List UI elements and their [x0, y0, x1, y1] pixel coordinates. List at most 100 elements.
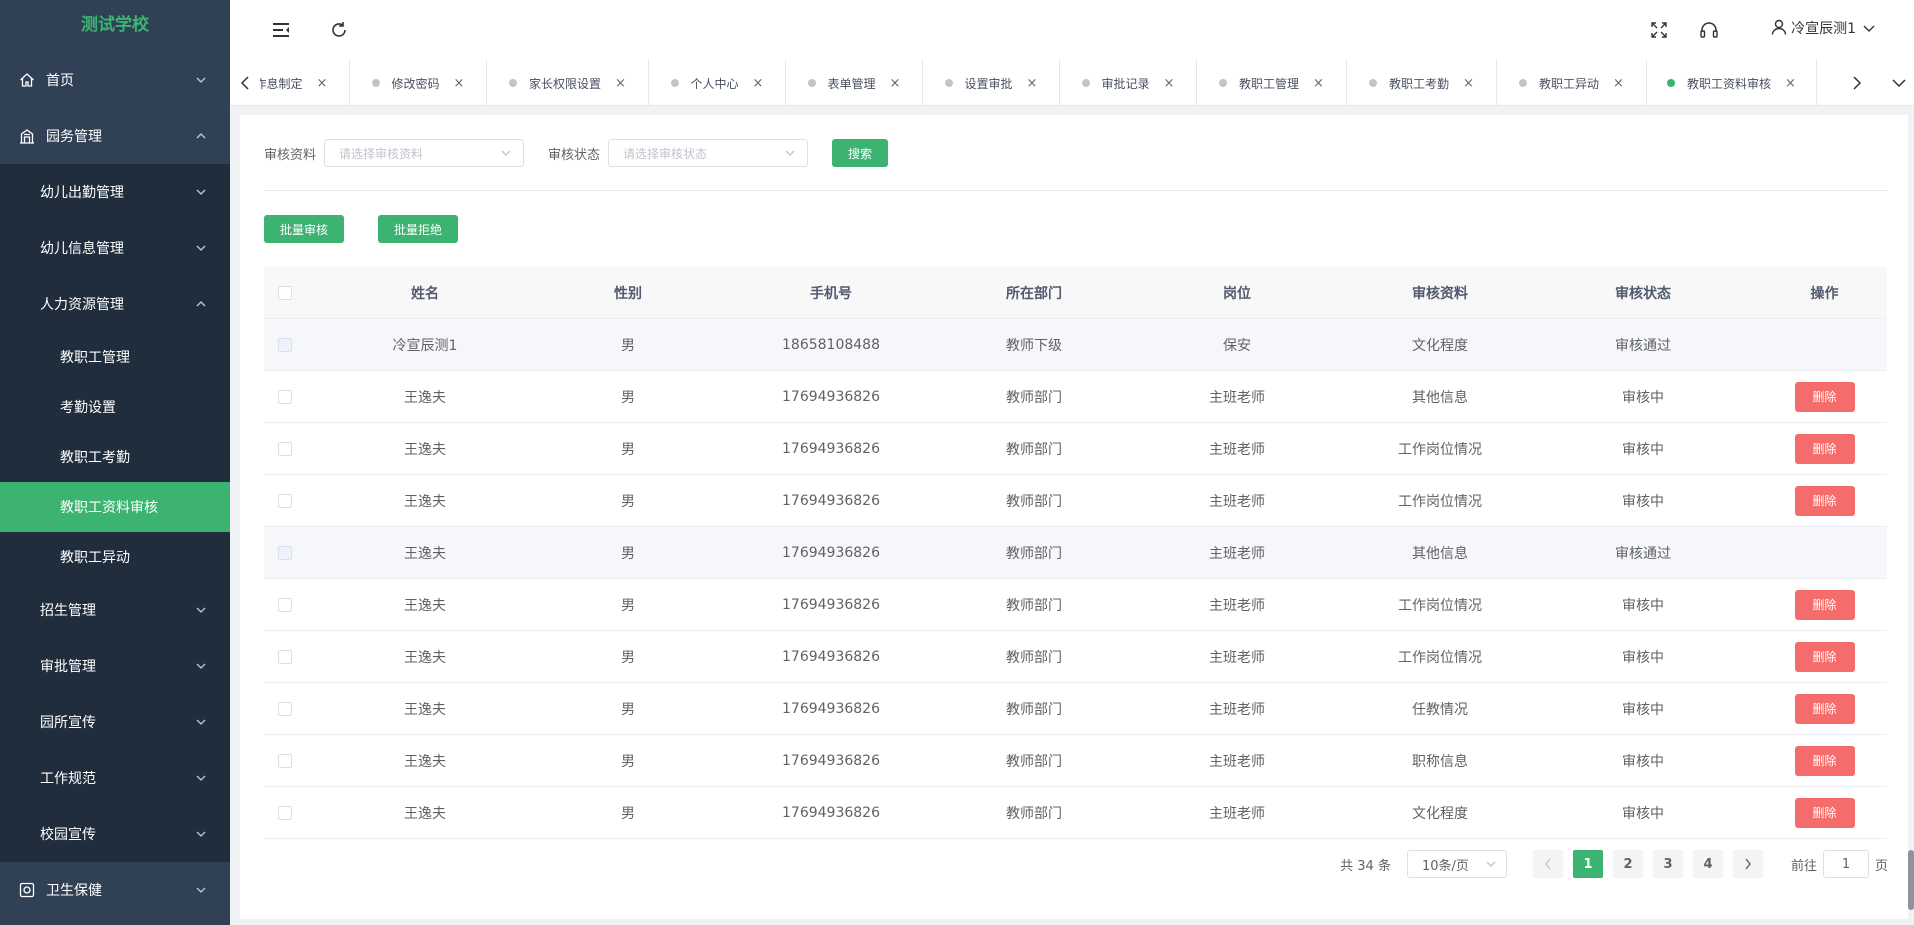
sidebar-item[interactable]: 教职工异动	[0, 532, 230, 582]
filter-bar: 审核资料 请选择审核资料 审核状态 请选择审核状态 搜索	[264, 139, 889, 167]
chevron-down-icon	[194, 771, 208, 785]
row-checkbox[interactable]	[278, 701, 292, 716]
close-icon[interactable]: ×	[1613, 76, 1624, 91]
cell-gender: 男	[621, 753, 635, 770]
delete-button[interactable]: 删除	[1794, 589, 1855, 620]
tab-tag[interactable]: 个人中心 ×	[649, 60, 786, 106]
page-scrollbar[interactable]	[1908, 850, 1914, 910]
tab-tag[interactable]: 修改密码 ×	[350, 60, 487, 106]
tab-tag[interactable]: 教职工管理 ×	[1197, 60, 1347, 106]
page-number-button[interactable]: 2	[1612, 850, 1643, 878]
menu-fold-icon[interactable]	[270, 19, 292, 41]
row-checkbox[interactable]	[278, 649, 292, 664]
delete-button[interactable]: 删除	[1794, 693, 1855, 724]
close-icon[interactable]: ×	[890, 76, 901, 91]
home-icon	[18, 71, 36, 89]
cell-audit-data: 文化程度	[1412, 337, 1468, 354]
search-button[interactable]: 搜索	[832, 139, 889, 167]
delete-button[interactable]: 删除	[1794, 433, 1855, 464]
sidebar-item[interactable]: 教职工考勤	[0, 432, 230, 482]
sidebar-item[interactable]: 人力资源管理	[0, 276, 230, 332]
delete-button[interactable]: 删除	[1794, 797, 1855, 828]
sidebar-item[interactable]: 园所宣传	[0, 694, 230, 750]
cell-audit-status: 审核中	[1622, 649, 1664, 666]
sidebar-item[interactable]: 幼儿信息管理	[0, 220, 230, 276]
page-number-button[interactable]: 1	[1572, 850, 1603, 878]
sidebar-item[interactable]: 卫生保健	[0, 862, 230, 918]
tab-tag[interactable]: 表单管理 ×	[786, 60, 923, 106]
row-checkbox[interactable]	[278, 805, 292, 820]
delete-button[interactable]: 删除	[1794, 641, 1855, 672]
page-size-select[interactable]: 10条/页	[1406, 850, 1507, 878]
sidebar-item[interactable]: 审批管理	[0, 638, 230, 694]
row-checkbox[interactable]	[278, 753, 292, 768]
tags-dropdown-icon[interactable]	[1884, 60, 1914, 106]
refresh-icon[interactable]	[328, 19, 350, 41]
sidebar-item[interactable]: 工作规范	[0, 750, 230, 806]
sidebar-item[interactable]: 招生管理	[0, 582, 230, 638]
close-icon[interactable]: ×	[615, 76, 626, 91]
sidebar-item[interactable]: 园务管理	[0, 108, 230, 164]
row-checkbox[interactable]	[278, 597, 292, 612]
close-icon[interactable]: ×	[454, 76, 465, 91]
batch-reject-button[interactable]: 批量拒绝	[378, 215, 458, 243]
tab-tag[interactable]: 教职工考勤 ×	[1347, 60, 1497, 106]
tab-tag[interactable]: 审批记录 ×	[1060, 60, 1197, 106]
close-icon[interactable]: ×	[317, 76, 328, 91]
page-number-button[interactable]: 3	[1652, 850, 1683, 878]
sidebar-item-label: 教职工资料审核	[60, 500, 158, 516]
top-header: 冷宣辰测1	[230, 0, 1914, 60]
close-icon[interactable]: ×	[1463, 76, 1474, 91]
goto-page-input[interactable]: 1	[1822, 850, 1869, 878]
building-icon	[18, 127, 36, 145]
delete-button[interactable]: 删除	[1794, 381, 1855, 412]
tab-tag[interactable]: 家长权限设置 ×	[487, 60, 649, 106]
page-number-button[interactable]: 4	[1692, 850, 1723, 878]
column-header-phone: 手机号	[810, 285, 852, 302]
tab-tag[interactable]: 设置审批 ×	[923, 60, 1060, 106]
sidebar-item[interactable]: 校园宣传	[0, 806, 230, 862]
row-checkbox[interactable]	[278, 493, 292, 508]
cell-name: 王逸夫	[404, 389, 446, 406]
sidebar-item-label: 教职工管理	[60, 350, 130, 366]
delete-button[interactable]: 删除	[1794, 485, 1855, 516]
headset-icon[interactable]	[1698, 19, 1720, 41]
user-name-label: 冷宣辰测1	[1791, 21, 1856, 37]
row-checkbox[interactable]	[278, 441, 292, 456]
status-filter-select[interactable]: 请选择审核状态	[608, 139, 809, 167]
close-icon[interactable]: ×	[1027, 76, 1038, 91]
tab-tag[interactable]: 作息制定 ×	[260, 60, 350, 106]
sidebar-item[interactable]: 教职工资料审核	[0, 482, 230, 532]
select-all-checkbox[interactable]	[278, 285, 292, 300]
cell-phone: 17694936826	[782, 544, 880, 561]
close-icon[interactable]: ×	[753, 76, 764, 91]
close-icon[interactable]: ×	[1164, 76, 1175, 91]
user-menu[interactable]: 冷宣辰测1	[1771, 18, 1876, 38]
close-icon[interactable]: ×	[1313, 76, 1324, 91]
next-page-button[interactable]	[1732, 850, 1763, 878]
sidebar-item[interactable]: 幼儿出勤管理	[0, 164, 230, 220]
sidebar-item-label: 工作规范	[40, 771, 96, 787]
cell-department: 教师下级	[1006, 337, 1062, 354]
tag-status-dot	[1081, 79, 1090, 87]
delete-button[interactable]: 删除	[1794, 745, 1855, 776]
sidebar-item[interactable]: 教职工管理	[0, 332, 230, 382]
data-filter-select[interactable]: 请选择审核资料	[324, 139, 525, 167]
close-icon[interactable]: ×	[1785, 76, 1796, 91]
cell-name: 王逸夫	[404, 805, 446, 822]
fullscreen-icon[interactable]	[1648, 19, 1670, 41]
tag-status-dot	[670, 79, 679, 87]
tab-tag[interactable]: 教职工异动 ×	[1497, 60, 1647, 106]
cell-gender: 男	[621, 389, 635, 406]
sidebar-item[interactable]: 首页	[0, 52, 230, 108]
tags-scroll-left-icon[interactable]	[230, 60, 260, 106]
table-row: 王逸夫 男 17694936826 教师部门 主班老师 文化程度 审核中 删除	[264, 787, 1887, 839]
sidebar-item[interactable]: 考勤设置	[0, 382, 230, 432]
batch-approve-button[interactable]: 批量审核	[264, 215, 344, 243]
filter-divider	[264, 190, 1887, 191]
tags-scroll-right-icon[interactable]	[1842, 60, 1872, 106]
row-checkbox[interactable]	[278, 389, 292, 404]
prev-page-button[interactable]	[1532, 850, 1563, 878]
sidebar-item-label: 人力资源管理	[40, 297, 124, 313]
tab-tag[interactable]: 教职工资料审核 ×	[1647, 60, 1817, 106]
